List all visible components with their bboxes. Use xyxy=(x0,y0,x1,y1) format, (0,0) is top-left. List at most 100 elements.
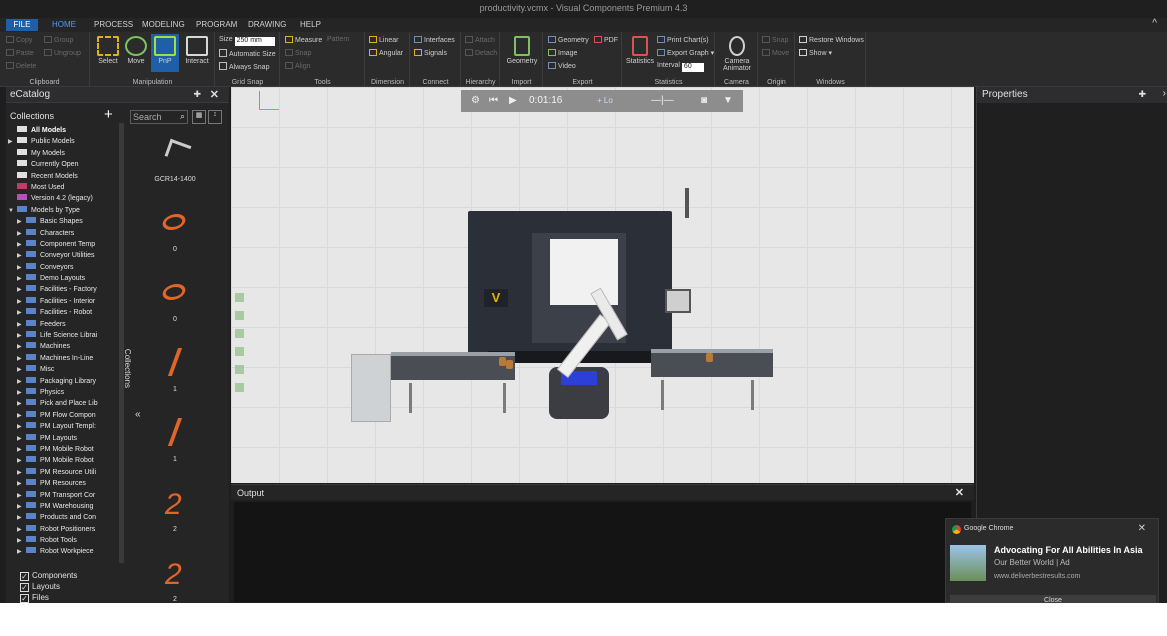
chevron-right-icon[interactable]: ▶ xyxy=(17,514,26,521)
ribbon-collapse-icon[interactable]: ^ xyxy=(1152,18,1157,29)
import-geometry-button[interactable]: Geometry xyxy=(505,36,539,65)
chevron-right-icon[interactable]: ▶ xyxy=(17,400,26,407)
tree-item[interactable]: ▶ Machines In-Line xyxy=(8,353,122,365)
cabinet[interactable] xyxy=(351,354,391,422)
tree-item[interactable]: Most Used xyxy=(8,182,122,194)
speed-slider[interactable]: —|— xyxy=(651,95,674,106)
tree-item[interactable]: ▶ Facilities - Interior xyxy=(8,296,122,308)
tree-item[interactable]: Version 4.2 (legacy) xyxy=(8,194,122,205)
chevron-right-icon[interactable]: ▶ xyxy=(17,446,26,453)
chevron-right-icon[interactable]: ▶ xyxy=(17,275,26,282)
signals-button[interactable]: Signals xyxy=(414,49,447,57)
chevron-right-icon[interactable]: ▶ xyxy=(17,343,26,350)
chevron-right-icon[interactable]: ▶ xyxy=(8,138,17,145)
chevron-right-icon[interactable]: ▶ xyxy=(17,526,26,533)
search-input[interactable]: Search ⌕ xyxy=(130,110,188,124)
interact-button[interactable]: Interact xyxy=(183,36,211,65)
view-tool-icon[interactable] xyxy=(235,383,244,392)
tree-item[interactable]: ▶ Public Models xyxy=(8,137,122,148)
menu-process[interactable]: PROCESS xyxy=(94,20,133,29)
menu-drawing[interactable]: DRAWING xyxy=(248,20,286,29)
chevron-right-icon[interactable]: ▶ xyxy=(17,321,26,328)
view-tool-icon[interactable] xyxy=(235,329,244,338)
checkmark-icon[interactable]: ✓ xyxy=(20,583,29,592)
grid-view-icon[interactable]: ▦ xyxy=(192,110,206,124)
ungroup-button[interactable]: Ungroup xyxy=(44,49,81,57)
pin-icon[interactable]: ✚ xyxy=(1138,89,1146,100)
print-charts-button[interactable]: Print Chart(s) xyxy=(657,36,709,44)
select-button[interactable]: Select xyxy=(95,36,121,65)
workpiece[interactable] xyxy=(706,353,713,362)
search-icon[interactable]: ⌕ xyxy=(180,111,185,122)
tree-item[interactable]: ▶ Robot Positioners xyxy=(8,524,122,536)
interval-input[interactable]: 60 xyxy=(681,63,704,72)
detach-button[interactable]: Detach xyxy=(465,49,497,57)
filter-checkbox[interactable]: ✓ Components xyxy=(20,571,77,582)
chevron-right-icon[interactable]: ▶ xyxy=(17,423,26,430)
checkmark-icon[interactable]: ✓ xyxy=(20,572,29,581)
chevron-right-icon[interactable]: ▶ xyxy=(17,378,26,385)
tree-item[interactable]: ▶ PM Layouts xyxy=(8,433,122,445)
conveyor-left[interactable] xyxy=(391,352,515,380)
tree-item[interactable]: My Models xyxy=(8,148,122,160)
tree-item[interactable]: ▶ PM Mobile Robot xyxy=(8,456,122,467)
tree-item[interactable]: ▶ PM Mobile Robot xyxy=(8,444,122,456)
tree-item[interactable]: ▶ PM Resources xyxy=(8,479,122,490)
menu-modeling[interactable]: MODELING xyxy=(142,20,185,29)
tree-item[interactable]: ▶ Characters xyxy=(8,228,122,240)
snap-button[interactable]: Snap xyxy=(285,49,311,57)
close-output-icon[interactable]: ✕ xyxy=(955,486,964,499)
play-icon[interactable]: ▶ xyxy=(509,95,517,106)
tree-item[interactable]: ▶ Facilities - Robot xyxy=(8,308,122,319)
filter-checkbox[interactable]: ✓ Files xyxy=(20,593,77,603)
export-geometry-button[interactable]: Geometry xyxy=(548,36,589,44)
chevron-right-icon[interactable]: ▶ xyxy=(17,298,26,305)
copy-button[interactable]: Copy xyxy=(6,36,32,44)
origin-snap-button[interactable]: Snap xyxy=(762,36,788,44)
measure-button[interactable]: Measure xyxy=(285,36,322,44)
tree-item[interactable]: ▶ PM Transport Cor xyxy=(8,490,122,502)
chevron-right-icon[interactable]: ▶ xyxy=(17,412,26,419)
interval-field[interactable]: Interval 60 xyxy=(657,62,704,72)
chevron-right-icon[interactable]: ▶ xyxy=(17,218,26,225)
view-tool-icon[interactable] xyxy=(235,365,244,374)
menu-file[interactable]: FILE xyxy=(6,19,38,31)
tree-item[interactable]: ▶ PM Resource Utili xyxy=(8,467,122,479)
paste-button[interactable]: Paste xyxy=(6,49,34,57)
group-button[interactable]: Group xyxy=(44,36,73,44)
chevron-right-icon[interactable]: ▶ xyxy=(17,548,26,555)
chevron-right-icon[interactable]: ▶ xyxy=(17,503,26,510)
statistics-button[interactable]: Statistics xyxy=(625,36,655,65)
checkmark-icon[interactable]: ✓ xyxy=(20,594,29,603)
tree-item[interactable]: ▶ Packaging Library xyxy=(8,376,122,388)
always-snap-box[interactable] xyxy=(219,62,227,70)
chevron-right-icon[interactable]: ▶ xyxy=(17,457,26,464)
menu-program[interactable]: PROGRAM xyxy=(196,20,237,29)
chevron-right-icon[interactable]: ▶ xyxy=(17,492,26,499)
chevron-right-icon[interactable]: ▶ xyxy=(17,469,26,476)
video-button[interactable]: Video xyxy=(548,62,576,70)
tree-item[interactable]: ▶ Robot Workpiece xyxy=(8,547,122,558)
tree-item[interactable]: ▶ Robot Tools xyxy=(8,536,122,547)
model-item[interactable]: 22 xyxy=(130,488,220,554)
chevron-right-icon[interactable]: ▶ xyxy=(17,332,26,339)
tree-item[interactable]: ▶ Component Temp xyxy=(8,239,122,251)
settings-icon[interactable]: ⚙ xyxy=(471,95,480,106)
delete-button[interactable]: Delete xyxy=(6,62,36,70)
filter-checkbox[interactable]: ✓ Layouts xyxy=(20,582,77,593)
move-button[interactable]: Move xyxy=(123,36,149,65)
show-button[interactable]: Show ▾ xyxy=(799,49,832,57)
robot-pedestal[interactable] xyxy=(549,367,609,419)
model-item[interactable]: GCR14-1400 xyxy=(130,138,220,204)
angular-button[interactable]: Angular xyxy=(369,49,403,57)
pnp-button[interactable]: PnP xyxy=(151,34,179,72)
chevron-right-icon[interactable]: ▶ xyxy=(17,355,26,362)
interfaces-button[interactable]: Interfaces xyxy=(414,36,455,44)
pattern-button[interactable]: Pattern xyxy=(327,36,350,43)
always-snap-checkbox[interactable]: Always Snap xyxy=(219,62,269,71)
align-button[interactable]: Align xyxy=(285,62,311,70)
view-tool-icon[interactable] xyxy=(235,311,244,320)
reset-icon[interactable]: ⏮ xyxy=(489,95,498,106)
menu-help[interactable]: HELP xyxy=(300,20,321,29)
model-item[interactable]: 1 xyxy=(130,418,220,484)
